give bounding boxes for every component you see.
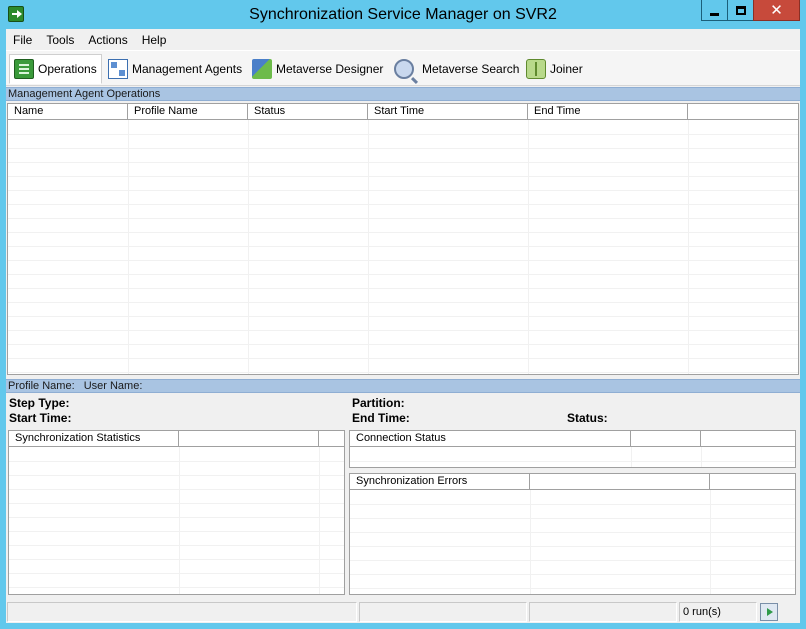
status-panel-2: [359, 602, 527, 622]
tool-management-agents-label: Management Agents: [132, 62, 243, 76]
detail-profile-name-label: Profile Name:: [8, 380, 75, 392]
minimize-button[interactable]: [701, 0, 728, 21]
operations-grid-body: [8, 120, 798, 374]
metaverse-designer-icon: [252, 59, 272, 79]
status-panel-1: [7, 602, 357, 622]
col-profile-name[interactable]: Profile Name: [128, 104, 248, 120]
management-agents-icon: [108, 59, 128, 79]
sync-statistics-body: [9, 447, 344, 594]
menu-bar: File Tools Actions Help: [6, 29, 800, 50]
minimize-icon: [710, 12, 719, 16]
metaverse-search-icon: [394, 59, 414, 79]
app-window: Synchronization Service Manager on SVR2 …: [0, 0, 806, 629]
col-extra[interactable]: [688, 104, 798, 120]
col-end-time[interactable]: End Time: [528, 104, 688, 120]
tool-operations-label: Operations: [38, 62, 97, 76]
tool-operations[interactable]: Operations: [9, 54, 102, 84]
connection-status-header: Connection Status: [350, 431, 795, 447]
status-bar: 0 run(s): [6, 600, 800, 623]
menu-file[interactable]: File: [6, 33, 39, 47]
close-icon: ✕: [770, 1, 783, 19]
col-connection-status[interactable]: Connection Status: [350, 431, 631, 447]
status-label: Status:: [567, 411, 608, 425]
run-count: 0 run(s): [679, 602, 757, 622]
toolbar: Operations Management Agents Metaverse D…: [6, 50, 800, 86]
detail-section-header: Profile Name: User Name:: [6, 379, 800, 393]
close-button[interactable]: ✕: [753, 0, 800, 21]
sync-statistics-header: Synchronization Statistics: [9, 431, 344, 447]
col-sync-statistics[interactable]: Synchronization Statistics: [9, 431, 179, 447]
tool-management-agents[interactable]: Management Agents: [104, 54, 246, 84]
col-sync-errors-3[interactable]: [710, 474, 795, 490]
operations-grid-header: Name Profile Name Status Start Time End …: [8, 104, 798, 120]
tool-metaverse-search-label: Metaverse Search: [422, 62, 520, 76]
menu-actions[interactable]: Actions: [81, 33, 134, 47]
joiner-icon: [526, 59, 546, 79]
col-sync-errors-2[interactable]: [530, 474, 710, 490]
col-status[interactable]: Status: [248, 104, 368, 120]
sync-errors-grid[interactable]: Synchronization Errors: [349, 473, 796, 595]
start-time-label: Start Time:: [9, 411, 72, 425]
menu-help[interactable]: Help: [135, 33, 174, 47]
col-name[interactable]: Name: [8, 104, 128, 120]
step-type-label: Step Type:: [9, 396, 70, 410]
partition-label: Partition:: [352, 396, 405, 410]
tool-joiner[interactable]: Joiner: [522, 54, 587, 84]
detail-user-name-label: User Name:: [83, 380, 143, 392]
col-connection-status-3[interactable]: [701, 431, 795, 447]
operations-grid[interactable]: Name Profile Name Status Start Time End …: [7, 103, 799, 375]
tool-metaverse-designer-label: Metaverse Designer: [276, 62, 384, 76]
operations-section-header: Management Agent Operations: [6, 87, 800, 101]
col-sync-statistics-3[interactable]: [319, 431, 344, 447]
end-time-label: End Time:: [352, 411, 410, 425]
connection-status-body: [350, 447, 795, 467]
operations-section-title: Management Agent Operations: [8, 88, 161, 100]
menu-tools[interactable]: Tools: [39, 33, 81, 47]
connection-status-grid[interactable]: Connection Status: [349, 430, 796, 468]
tool-metaverse-designer[interactable]: Metaverse Designer: [248, 54, 387, 84]
col-sync-errors[interactable]: Synchronization Errors: [350, 474, 530, 490]
client-area: File Tools Actions Help Operations Manag…: [6, 29, 800, 623]
maximize-icon: [735, 5, 746, 15]
run-status-icon[interactable]: [760, 603, 778, 621]
col-sync-statistics-2[interactable]: [179, 431, 319, 447]
sync-errors-body: [350, 490, 795, 594]
tool-metaverse-search[interactable]: Metaverse Search: [390, 54, 523, 84]
window-title: Synchronization Service Manager on SVR2: [249, 6, 557, 23]
operations-icon: [14, 59, 34, 79]
status-panel-3: [529, 602, 677, 622]
col-start-time[interactable]: Start Time: [368, 104, 528, 120]
maximize-button[interactable]: [727, 0, 754, 21]
col-connection-status-2[interactable]: [631, 431, 701, 447]
title-bar[interactable]: Synchronization Service Manager on SVR2 …: [0, 0, 806, 30]
sync-errors-header: Synchronization Errors: [350, 474, 795, 490]
tool-joiner-label: Joiner: [550, 62, 583, 76]
sync-statistics-grid[interactable]: Synchronization Statistics: [8, 430, 345, 595]
